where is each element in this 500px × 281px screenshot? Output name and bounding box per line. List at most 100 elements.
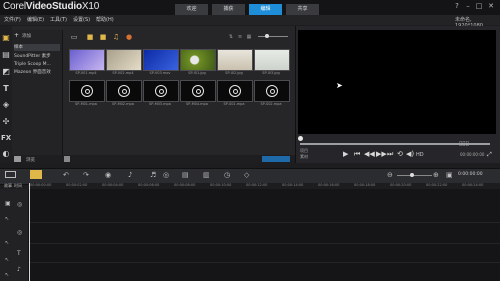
menu-file[interactable]: 文件(F) (4, 16, 21, 23)
thumbnail-size-handle[interactable] (265, 34, 269, 38)
ruler-tick: 00:00:08:00 (174, 183, 196, 187)
track-divider (29, 262, 500, 263)
media-thumb-label: SP-V01.mp4 (75, 71, 97, 75)
track-area[interactable] (29, 189, 500, 281)
show-audio-icon[interactable]: ♫ (112, 33, 120, 41)
multi-camera-icon[interactable]: ▥ (203, 171, 210, 179)
track-lock-icon[interactable]: ↖ (5, 240, 9, 246)
zoom-slider-handle[interactable] (410, 173, 414, 177)
auto-music-icon[interactable]: ♬ (150, 171, 156, 179)
browse-label[interactable]: 浏览 (26, 157, 35, 163)
folder-item-soundpitter[interactable]: SoundPitter 素步 (14, 53, 60, 60)
media-thumb[interactable] (254, 49, 290, 71)
overlay-track-icon[interactable]: ◎ (17, 229, 22, 236)
folder-item-triple-scoop[interactable]: Triple Scoop M... (14, 61, 60, 68)
help-button[interactable]: ? (452, 2, 462, 11)
trim-markers[interactable]: ▯▯▯ (459, 140, 469, 147)
sound-mixer-icon[interactable]: ♪ (128, 171, 132, 179)
folder-item-mazeon[interactable]: Mazeon 界面音效 (14, 69, 60, 76)
subtitle-editor-icon[interactable]: ▤ (182, 171, 189, 179)
list-view-icon[interactable]: ≡ (236, 33, 244, 41)
track-lock-icon[interactable]: ↖ (5, 216, 9, 222)
audio-thumb[interactable] (254, 80, 290, 102)
media-icon[interactable]: ▣ (1, 33, 11, 43)
tab-capture[interactable]: 捕获 (212, 4, 245, 15)
media-thumb[interactable] (69, 49, 105, 71)
track-lock-icon[interactable]: ↖ (5, 272, 9, 278)
home-icon[interactable]: ⏮ (354, 150, 360, 159)
redo-icon[interactable]: ↷ (83, 171, 89, 179)
menu-edit[interactable]: 编辑(E) (27, 16, 44, 23)
audio-thumb[interactable] (217, 80, 253, 102)
hd-toggle[interactable]: HD (416, 152, 424, 158)
motion-tracking-icon[interactable]: ◎ (163, 171, 169, 179)
filter-icon[interactable]: ✣ (1, 117, 11, 127)
menu-help[interactable]: 帮助(H) (96, 16, 114, 23)
timeline-view-icon[interactable] (30, 170, 42, 179)
media-thumb[interactable] (143, 49, 179, 71)
show-photo-icon[interactable]: ■ (99, 33, 107, 41)
volume-icon[interactable]: ◀) (406, 150, 414, 158)
end-icon[interactable]: ⏭ (387, 150, 393, 159)
time-remapping-icon[interactable]: ◷ (224, 171, 230, 179)
track-lock-icon[interactable]: ↖ (5, 257, 9, 263)
graphic-icon[interactable]: ◈ (1, 100, 11, 110)
fx-icon[interactable]: FX (1, 133, 11, 143)
add-folder-icon[interactable]: + (14, 32, 19, 39)
zoom-slider[interactable] (397, 175, 432, 176)
close-button[interactable]: ✕ (486, 2, 496, 11)
audio-thumb[interactable] (143, 80, 179, 102)
show-video-icon[interactable]: ■ (86, 33, 94, 41)
tab-welcome[interactable]: 欢迎 (175, 4, 208, 15)
menu-tools[interactable]: 工具(T) (50, 16, 67, 23)
media-thumb[interactable] (217, 49, 253, 71)
video-track-icon[interactable]: ▣ (5, 200, 11, 207)
mask-creator-icon[interactable]: ◇ (244, 171, 249, 179)
preview-window[interactable] (298, 30, 496, 134)
mode-clip[interactable]: 素材 (300, 154, 308, 160)
music-note-icon (266, 85, 278, 97)
playhead[interactable] (29, 183, 30, 281)
online-media-icon[interactable]: ● (125, 33, 133, 41)
maximize-button[interactable]: □ (474, 2, 484, 11)
thumbnail-size-slider[interactable] (258, 36, 288, 37)
audio-thumb[interactable] (69, 80, 105, 102)
music-note-icon (118, 85, 130, 97)
record-capture-icon[interactable]: ◉ (105, 171, 111, 179)
zoom-in-icon[interactable]: ⊕ (433, 171, 439, 179)
repeat-icon[interactable]: ⟲ (397, 150, 403, 158)
scrubber-handle[interactable] (298, 136, 303, 141)
media-thumb[interactable] (106, 49, 142, 71)
minimize-button[interactable]: – (463, 2, 473, 11)
title-icon[interactable]: T (1, 84, 11, 94)
tab-share[interactable]: 共享 (286, 4, 319, 15)
library-options-icon[interactable] (64, 156, 70, 162)
audio-thumb[interactable] (106, 80, 142, 102)
zoom-out-icon[interactable]: ⊖ (387, 171, 393, 179)
title-track-icon[interactable]: T (17, 250, 21, 257)
media-thumb[interactable] (180, 49, 216, 71)
transition-icon[interactable]: ◩ (1, 67, 11, 77)
instant-project-icon[interactable]: ▤ (1, 50, 11, 60)
grid-view-icon[interactable]: ▦ (245, 33, 253, 41)
path-icon[interactable]: ◐ (1, 149, 11, 159)
music-track-icon[interactable]: ♪ (17, 266, 21, 273)
enlarge-icon[interactable]: ⤢ (487, 151, 492, 159)
audio-thumb[interactable] (180, 80, 216, 102)
fit-project-icon[interactable]: ▣ (446, 171, 453, 179)
browse-icon[interactable] (14, 156, 21, 162)
undo-icon[interactable]: ↶ (63, 171, 69, 179)
sort-icon[interactable]: ⇅ (227, 33, 235, 41)
ruler-tick: 00:00:04:00 (102, 183, 124, 187)
track-visibility-icon[interactable]: ◎ (17, 201, 22, 208)
play-icon[interactable]: ▶ (343, 150, 348, 158)
library-tag-button[interactable] (262, 156, 290, 162)
add-folder-label[interactable]: 添加 (22, 33, 31, 39)
storyboard-view-icon[interactable] (5, 171, 16, 178)
menu-settings[interactable]: 设置(S) (73, 16, 90, 23)
folder-item-sample[interactable]: 样本 (14, 44, 60, 51)
open-folder-icon[interactable]: ▭ (70, 33, 78, 41)
next-frame-icon[interactable]: ▶▶ (376, 150, 387, 158)
tab-edit[interactable]: 编辑 (249, 4, 282, 15)
prev-frame-icon[interactable]: ◀◀ (364, 150, 375, 158)
